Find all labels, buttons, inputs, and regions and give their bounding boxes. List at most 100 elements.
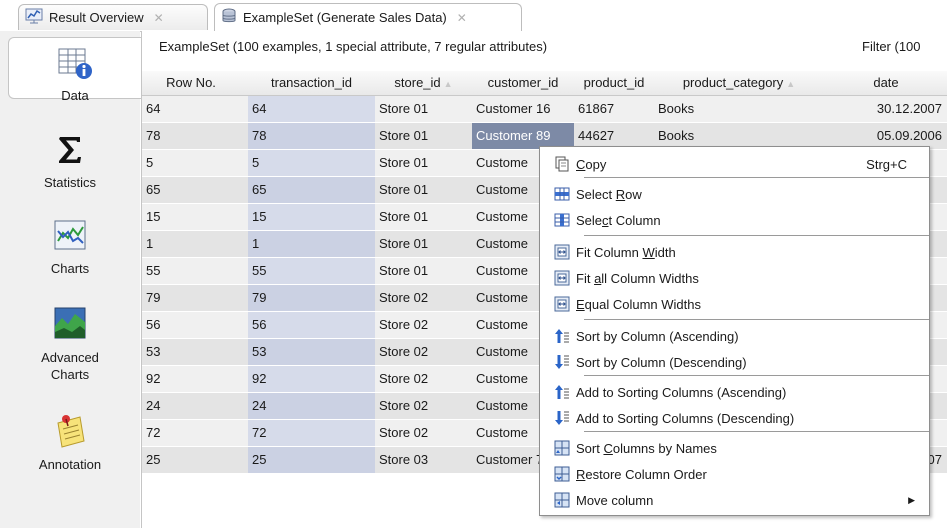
column-header[interactable]: store_id ▲ — [375, 71, 472, 95]
store-id-cell[interactable]: Store 02 — [375, 312, 472, 338]
sort-ascending-icon — [554, 384, 570, 400]
row-number-cell[interactable]: 64 — [142, 96, 248, 122]
column-header[interactable]: customer_id — [472, 71, 574, 95]
row-number-cell[interactable]: 78 — [142, 123, 248, 149]
product-id-cell[interactable]: 61867 — [574, 96, 654, 122]
transaction-id-cell[interactable]: 15 — [248, 204, 375, 230]
sidebar-item-charts[interactable]: Charts — [0, 219, 140, 277]
sigma-icon — [53, 133, 87, 170]
table-header: Row No. transaction_id store_id ▲ custome… — [142, 71, 947, 96]
copy-icon — [554, 156, 570, 172]
transaction-id-cell[interactable]: 53 — [248, 339, 375, 365]
menu-item-label: Add to Sorting Columns (Descending) — [576, 410, 795, 426]
sidebar-item-label: Data — [61, 88, 89, 103]
transaction-id-cell[interactable]: 24 — [248, 393, 375, 419]
store-id-cell[interactable]: Store 02 — [375, 393, 472, 419]
row-number-cell[interactable]: 72 — [142, 420, 248, 446]
data-table-icon — [55, 46, 95, 83]
store-id-cell[interactable]: Store 02 — [375, 285, 472, 311]
transaction-id-cell[interactable]: 5 — [248, 150, 375, 176]
row-number-cell[interactable]: 25 — [142, 447, 248, 473]
store-id-cell[interactable]: Store 01 — [375, 177, 472, 203]
transaction-id-cell[interactable]: 56 — [248, 312, 375, 338]
sidebar-item-label: Advanced Charts — [41, 350, 99, 382]
column-header[interactable]: transaction_id — [248, 71, 375, 95]
menu-item-equal-column-widths[interactable]: Equal Column Widths — [540, 291, 929, 317]
sidebar-item-data[interactable]: Data — [8, 37, 141, 103]
store-id-cell[interactable]: Store 02 — [375, 339, 472, 365]
close-icon[interactable]: ✕ — [154, 11, 164, 25]
menu-shortcut: Strg+C — [866, 156, 907, 172]
table-row[interactable]: 64 64 Store 01 Customer 16 61867 Books 30.12.2… — [142, 96, 947, 123]
close-icon[interactable]: ✕ — [457, 11, 467, 25]
exampleset-icon — [221, 8, 237, 27]
fit-width-icon — [554, 296, 570, 312]
store-id-cell[interactable]: Store 01 — [375, 204, 472, 230]
row-number-cell[interactable]: 5 — [142, 150, 248, 176]
menu-item-sort-descending[interactable]: Sort by Column (Descending) — [540, 349, 929, 375]
store-id-cell[interactable]: Store 02 — [375, 366, 472, 392]
tab-exampleset[interactable]: ExampleSet (Generate Sales Data) ✕ — [214, 3, 522, 31]
tab-label: Result Overview — [49, 10, 144, 25]
note-pin-icon — [52, 411, 88, 452]
menu-item-label: Move column — [576, 492, 654, 508]
transaction-id-cell[interactable]: 55 — [248, 258, 375, 284]
transaction-id-cell[interactable]: 64 — [248, 96, 375, 122]
select-row-icon — [554, 186, 570, 202]
menu-item-label: Equal Column Widths — [576, 296, 701, 312]
row-number-cell[interactable]: 24 — [142, 393, 248, 419]
menu-item-label: Select Column — [576, 212, 661, 228]
transaction-id-cell[interactable]: 1 — [248, 231, 375, 257]
transaction-id-cell[interactable]: 79 — [248, 285, 375, 311]
sidebar-item-statistics[interactable]: Statistics — [0, 133, 140, 191]
transaction-id-cell[interactable]: 78 — [248, 123, 375, 149]
menu-item-add-sort-descending[interactable]: Add to Sorting Columns (Descending) — [540, 405, 929, 431]
menu-item-select-row[interactable]: Select Row — [540, 181, 929, 207]
store-id-cell[interactable]: Store 01 — [375, 150, 472, 176]
sidebar-item-advanced-charts[interactable]: Advanced Charts — [0, 304, 140, 383]
row-number-cell[interactable]: 92 — [142, 366, 248, 392]
column-header[interactable]: date — [824, 71, 947, 95]
menu-item-sort-columns-by-names[interactable]: Sort Columns by Names — [540, 435, 929, 461]
column-header[interactable]: product_id — [574, 71, 654, 95]
menu-separator — [584, 319, 929, 320]
row-number-cell[interactable]: 56 — [142, 312, 248, 338]
table-context-menu: Copy Strg+C Select Row Select Column Fit Col… — [539, 146, 930, 516]
column-header[interactable]: Row No. — [142, 71, 240, 95]
store-id-cell[interactable]: Store 02 — [375, 420, 472, 446]
store-id-cell[interactable]: Store 01 — [375, 123, 472, 149]
row-number-cell[interactable]: 55 — [142, 258, 248, 284]
menu-separator — [584, 235, 929, 236]
transaction-id-cell[interactable]: 65 — [248, 177, 375, 203]
store-id-cell[interactable]: Store 01 — [375, 231, 472, 257]
menu-item-copy[interactable]: Copy Strg+C — [540, 151, 929, 177]
result-overview-icon — [25, 8, 43, 27]
menu-item-fit-all-column-widths[interactable]: Fit all Column Widths — [540, 265, 929, 291]
store-id-cell[interactable]: Store 03 — [375, 447, 472, 473]
column-header[interactable]: product_category ▲ — [654, 71, 824, 95]
transaction-id-cell[interactable]: 92 — [248, 366, 375, 392]
row-number-cell[interactable]: 1 — [142, 231, 248, 257]
store-id-cell[interactable]: Store 01 — [375, 258, 472, 284]
sidebar-item-annotation[interactable]: Annotation — [0, 411, 140, 473]
area-chart-icon — [52, 304, 88, 345]
row-number-cell[interactable]: 15 — [142, 204, 248, 230]
line-chart-icon — [53, 219, 87, 256]
row-number-cell[interactable]: 79 — [142, 285, 248, 311]
transaction-id-cell[interactable]: 72 — [248, 420, 375, 446]
customer-id-cell[interactable]: Customer 16 — [472, 96, 574, 122]
product-category-cell[interactable]: Books — [654, 96, 824, 122]
row-number-cell[interactable]: 65 — [142, 177, 248, 203]
filter-label[interactable]: Filter (100 — [862, 39, 921, 54]
menu-item-move-column[interactable]: Move column ▶ — [540, 487, 929, 513]
date-cell[interactable]: 30.12.2007 — [824, 96, 947, 122]
store-id-cell[interactable]: Store 01 — [375, 96, 472, 122]
menu-item-select-column[interactable]: Select Column — [540, 207, 929, 233]
menu-item-add-sort-ascending[interactable]: Add to Sorting Columns (Ascending) — [540, 379, 929, 405]
menu-item-fit-column-width[interactable]: Fit Column Width — [540, 239, 929, 265]
transaction-id-cell[interactable]: 25 — [248, 447, 375, 473]
menu-item-sort-ascending[interactable]: Sort by Column (Ascending) — [540, 323, 929, 349]
menu-item-restore-column-order[interactable]: Restore Column Order — [540, 461, 929, 487]
row-number-cell[interactable]: 53 — [142, 339, 248, 365]
tab-result-overview[interactable]: Result Overview ✕ — [18, 4, 208, 30]
